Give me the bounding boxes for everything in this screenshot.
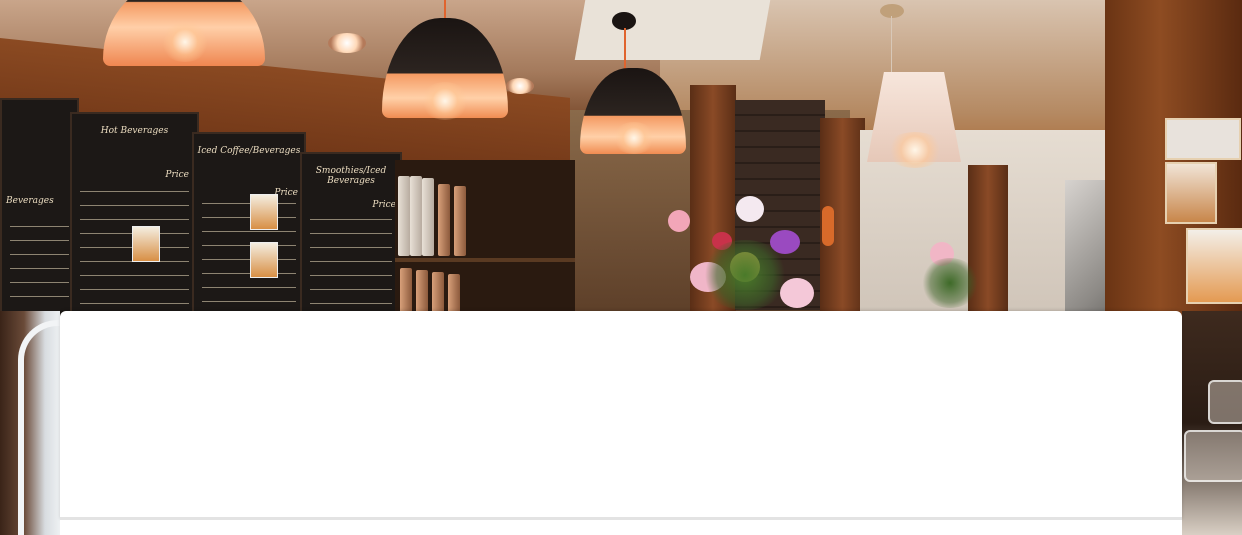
menu-lines — [10, 215, 69, 310]
lamp-glow — [612, 122, 656, 154]
menu-board: Hot Beverages Price — [70, 112, 199, 321]
menu-photo — [250, 194, 278, 230]
menu-board: Smoothies/Iced Beverages Price — [300, 152, 402, 321]
glass-jar — [1184, 430, 1242, 482]
lamp-cord — [624, 28, 626, 70]
menu-board-title: Iced Coffee/Beverages — [197, 146, 301, 156]
menu-board: Beverages — [0, 98, 79, 322]
lamp-cord — [891, 16, 892, 74]
menu-board-title: Smoothies/Iced Beverages — [315, 166, 387, 186]
card-footer — [60, 520, 1182, 535]
flyer — [1165, 162, 1217, 224]
flower — [668, 210, 690, 232]
lamp-cap — [880, 4, 904, 18]
lamp-cord — [444, 0, 446, 20]
cup-stack — [438, 184, 450, 256]
cup-stack — [416, 270, 428, 316]
cup-stack — [400, 268, 412, 316]
foliage — [920, 258, 980, 308]
menu-price-label: Price — [165, 170, 189, 180]
menu-photo — [250, 242, 278, 278]
glass-jar — [1208, 380, 1242, 424]
menu-photo — [132, 226, 160, 262]
ceiling-light — [328, 33, 366, 53]
lamp-glow — [160, 22, 210, 62]
cup-stack — [422, 178, 434, 256]
flyer — [1186, 228, 1242, 304]
lamp-glow — [420, 82, 470, 120]
flower — [822, 206, 834, 246]
shelf — [395, 258, 575, 262]
lamp-glow — [885, 132, 945, 168]
ceiling-light — [506, 78, 534, 94]
menu-lines — [310, 208, 392, 309]
flower — [736, 196, 764, 222]
foliage — [700, 240, 790, 310]
menu-lines — [202, 192, 296, 309]
cup-stack — [448, 274, 460, 316]
menu-board-title: Beverages — [6, 196, 54, 206]
cup-stack — [410, 176, 422, 256]
content-card — [60, 311, 1182, 520]
menu-board: Iced Coffee/Beverages Price — [192, 132, 306, 321]
cup-stack — [454, 186, 466, 256]
flyer — [1165, 118, 1241, 160]
cup-stack — [398, 176, 410, 256]
ceiling-soffit — [574, 0, 771, 60]
menu-board-title: Hot Beverages — [100, 126, 169, 136]
cup-stack — [432, 272, 444, 316]
display-case-frame — [18, 320, 64, 535]
